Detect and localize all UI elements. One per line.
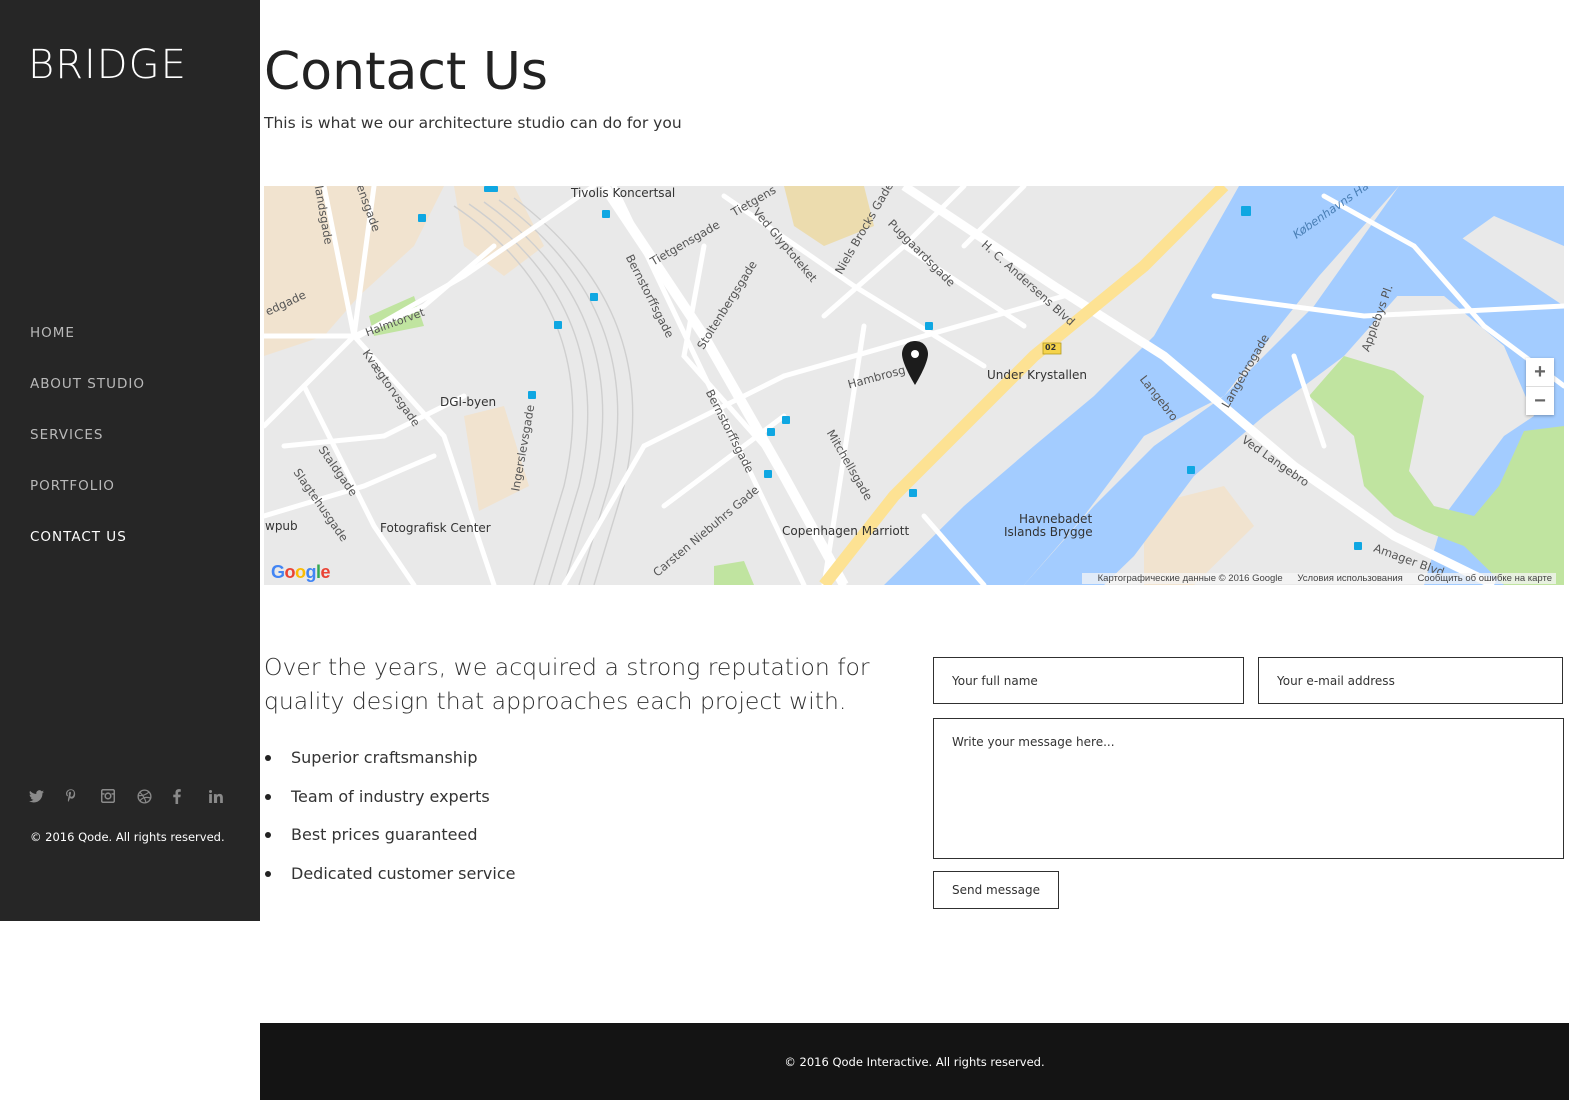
list-item: Dedicated customer service (264, 864, 515, 903)
footer-copyright: © 2016 Qode Interactive. All rights rese… (784, 1054, 1045, 1069)
map-credits: Картографические данные © 2016 Google Ус… (1081, 573, 1556, 584)
map-label-dgi: DGI-byen (440, 395, 497, 409)
map-label-marriott: Copenhagen Marriott (782, 524, 910, 538)
location-map[interactable]: Tivolis Koncertsal Halmtorvet DGI-byen F… (264, 186, 1564, 585)
about-lead: Over the years, we acquired a strong rep… (264, 653, 870, 715)
social-links (29, 786, 245, 806)
instagram-icon[interactable] (101, 786, 137, 806)
map-label-tivolis: Tivolis Koncertsal (571, 186, 676, 200)
list-item: Best prices guaranteed (264, 825, 515, 864)
name-input[interactable] (933, 657, 1244, 704)
google-logo[interactable]: Google (271, 562, 331, 583)
twitter-icon[interactable] (29, 786, 65, 806)
map-label-fotografisk: Fotografisk Center (380, 521, 491, 535)
map-label-havnebadet: Havnebadet (1019, 512, 1093, 526)
nav-item-contact-us[interactable]: CONTACT US (30, 529, 145, 580)
map-zoom-controls: + − (1526, 358, 1554, 415)
map-report-link[interactable]: Сообщить об ошибке на карте (1417, 573, 1552, 584)
page-title: Contact Us (264, 42, 548, 102)
dribbble-icon[interactable] (137, 786, 173, 806)
facebook-icon[interactable] (173, 786, 209, 806)
list-item: Superior craftsmanship (264, 748, 515, 787)
map-route-label: 02 (1045, 343, 1057, 352)
send-message-button[interactable]: Send message (933, 871, 1059, 909)
map-terms-link[interactable]: Условия использования (1297, 573, 1402, 584)
zoom-out-button[interactable]: − (1526, 386, 1554, 415)
features-list: Superior craftsmanship Team of industry … (264, 748, 515, 903)
nav-item-portfolio[interactable]: PORTFOLIO (30, 478, 145, 529)
page-subtitle: This is what we our architecture studio … (264, 114, 682, 132)
logo[interactable]: BRIDGE (28, 42, 187, 88)
map-label-wpub: wpub (265, 519, 298, 533)
nav-item-home[interactable]: HOME (30, 325, 145, 376)
list-item: Team of industry experts (264, 787, 515, 826)
message-textarea[interactable] (933, 718, 1564, 859)
linkedin-icon[interactable] (209, 786, 245, 806)
nav-item-services[interactable]: SERVICES (30, 427, 145, 478)
pinterest-icon[interactable] (65, 786, 101, 806)
main-nav: HOME ABOUT STUDIO SERVICES PORTFOLIO CON… (30, 325, 145, 580)
sidebar-copyright: © 2016 Qode. All rights reserved. (30, 830, 225, 844)
email-input[interactable] (1258, 657, 1563, 704)
map-label-krystallen: Under Krystallen (987, 368, 1088, 382)
map-credit-data: Картографические данные © 2016 Google (1097, 573, 1283, 584)
zoom-in-button[interactable]: + (1526, 358, 1554, 386)
footer: © 2016 Qode Interactive. All rights rese… (260, 1023, 1569, 1100)
map-label-islands: Islands Brygge (1004, 525, 1093, 539)
nav-item-about-studio[interactable]: ABOUT STUDIO (30, 376, 145, 427)
sidebar: BRIDGE HOME ABOUT STUDIO SERVICES PORTFO… (0, 0, 260, 921)
